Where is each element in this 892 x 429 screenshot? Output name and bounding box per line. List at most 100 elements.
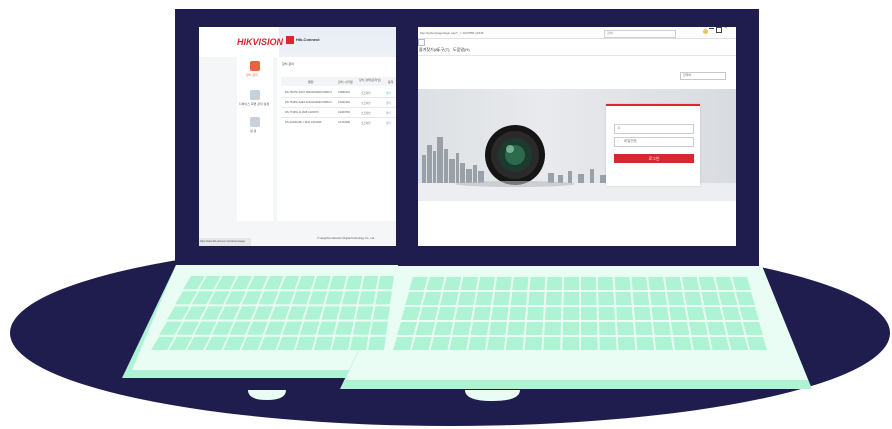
address-bar[interactable]: http://ip/doc/page/login.asp?_ = 1627855… bbox=[420, 31, 483, 35]
keyboard-key bbox=[651, 307, 669, 320]
keyboard-key bbox=[691, 337, 711, 350]
keyboard-key bbox=[437, 307, 456, 320]
username-field[interactable] bbox=[614, 124, 694, 134]
display-settings-icon[interactable] bbox=[250, 90, 260, 100]
keyboard-key bbox=[581, 307, 597, 320]
status-bar-url: https://www.hik-connect.com/devices/page bbox=[200, 240, 246, 243]
sidebar-item-display[interactable]: 디바이스 화면 관리 설정 bbox=[239, 102, 269, 106]
keyboard-key bbox=[684, 292, 703, 305]
keyboard-key bbox=[370, 321, 388, 335]
keyboard-key bbox=[598, 307, 615, 320]
keyboard-key bbox=[529, 277, 546, 290]
keyboard-key bbox=[512, 277, 529, 290]
keyboard-key bbox=[358, 291, 376, 305]
row-4-status: 오프라인 bbox=[361, 122, 371, 125]
col-action: 동작 bbox=[388, 80, 394, 84]
close-icon[interactable]: × bbox=[724, 27, 728, 31]
keyboard-key bbox=[562, 322, 579, 335]
keyboard-key bbox=[468, 337, 487, 350]
row-2-serial: C0220191 bbox=[338, 101, 350, 104]
sidebar-item-settings[interactable]: 설 정 bbox=[250, 129, 256, 133]
keyboard-key bbox=[653, 322, 671, 335]
sidebar-item-devices[interactable]: 장치 관리 bbox=[246, 73, 258, 77]
keyboard-key bbox=[598, 292, 615, 305]
settings-icon[interactable] bbox=[703, 29, 708, 34]
keyboard-key bbox=[377, 276, 394, 290]
keyboard-key bbox=[671, 322, 690, 335]
keyboard-key bbox=[686, 307, 705, 320]
row-1-serial: C0820191 bbox=[338, 91, 350, 94]
password-placeholder: 비밀번호 bbox=[624, 139, 637, 143]
keyboard-key bbox=[452, 322, 471, 335]
keyboard-key bbox=[581, 337, 598, 350]
keyboard-key bbox=[473, 307, 491, 320]
device-icon[interactable] bbox=[250, 61, 260, 71]
keyboard-key bbox=[581, 322, 598, 335]
keyboard-key bbox=[361, 276, 379, 290]
login-button[interactable]: 로그인 bbox=[614, 154, 694, 163]
left-screen: HIKVISION Hik-Connect 장치 관리 디바이스 화면 관리 설… bbox=[199, 27, 396, 246]
keyboard-key bbox=[545, 307, 562, 320]
row-4-action[interactable]: 관리 bbox=[386, 121, 391, 125]
keyboard-key bbox=[375, 291, 392, 305]
hikvision-logo: HIKVISION bbox=[237, 37, 284, 47]
keyboard-key bbox=[648, 277, 665, 290]
menu-tools[interactable]: 도구(T) bbox=[437, 47, 449, 53]
keyboard-key bbox=[633, 307, 651, 320]
row-1-action[interactable]: 관리 bbox=[386, 91, 391, 95]
row-4-alias: DS-2CD2120F-I 1012 C210390 bbox=[285, 121, 322, 124]
settings-icon[interactable] bbox=[250, 117, 260, 127]
row-2-alias: DS-7616NI-K4E4 0220191003CCWRC4 bbox=[285, 101, 332, 104]
menu-help[interactable]: 도움말(H) bbox=[453, 47, 470, 53]
keyboard-key bbox=[440, 292, 459, 305]
keyboard-key bbox=[510, 292, 528, 305]
keyboard-key bbox=[491, 307, 509, 320]
row-divider bbox=[281, 97, 396, 98]
row-3-action[interactable]: 관리 bbox=[386, 111, 391, 115]
keyboard-key bbox=[475, 292, 493, 305]
keyboard-key bbox=[617, 322, 635, 335]
device-panel: 장치 관리 별칭 장치 시리얼 장치 상태(온라인) 동작 DS-7607NI-… bbox=[277, 57, 396, 221]
keyboard-key bbox=[544, 322, 561, 335]
keyboard-key bbox=[457, 292, 476, 305]
keyboard-key bbox=[563, 307, 579, 320]
footer-copyright: © Hangzhou Hikvision Digital Technology … bbox=[317, 237, 375, 240]
col-serial: 장치 시리얼 bbox=[338, 80, 353, 84]
minimize-icon[interactable] bbox=[709, 28, 714, 29]
hik-connect-icon bbox=[286, 36, 294, 44]
keyboard-key bbox=[507, 322, 525, 335]
keyboard-key bbox=[665, 277, 683, 290]
maximize-icon[interactable] bbox=[716, 27, 722, 33]
keyboard-key bbox=[545, 292, 562, 305]
keyboard-key bbox=[599, 322, 616, 335]
keyboard-key bbox=[636, 337, 655, 350]
row-1-status: 오프라인 bbox=[361, 92, 371, 95]
keyboard-key bbox=[470, 322, 489, 335]
keyboard-key bbox=[455, 307, 474, 320]
keyboard-key bbox=[563, 277, 579, 290]
keyboard-key bbox=[709, 337, 730, 350]
keyboard-key bbox=[616, 307, 633, 320]
keyboard-key bbox=[487, 337, 506, 350]
keyboard-key bbox=[581, 277, 597, 290]
keyboard-key bbox=[632, 292, 650, 305]
right-screen: http://ip/doc/page/login.asp?_ = 1627855… bbox=[418, 27, 736, 246]
keyboard-key bbox=[430, 337, 451, 350]
page-icon bbox=[418, 39, 425, 46]
row-2-action[interactable]: 관리 bbox=[386, 101, 391, 105]
keyboard-key bbox=[617, 337, 636, 350]
language-value: 한국어 bbox=[683, 73, 692, 77]
keyboard-key bbox=[562, 337, 579, 350]
keyboard-key bbox=[546, 277, 563, 290]
keyboard-key bbox=[505, 337, 524, 350]
keyboard-key bbox=[372, 306, 390, 320]
keyboard-key bbox=[614, 277, 631, 290]
row-3-status: 오프라인 bbox=[361, 112, 371, 115]
row-3-serial: C2203703 bbox=[338, 111, 350, 114]
panel-title: 장치 관리 bbox=[282, 62, 294, 66]
row-1-alias: DS-7607NI-K4ST 0820191003CCWRC4 bbox=[285, 91, 332, 94]
keyboard-key bbox=[701, 292, 720, 305]
keyboard-key bbox=[433, 322, 453, 335]
row-2-status: 오프라인 bbox=[361, 102, 371, 105]
user-icon: ♙ bbox=[617, 125, 621, 130]
